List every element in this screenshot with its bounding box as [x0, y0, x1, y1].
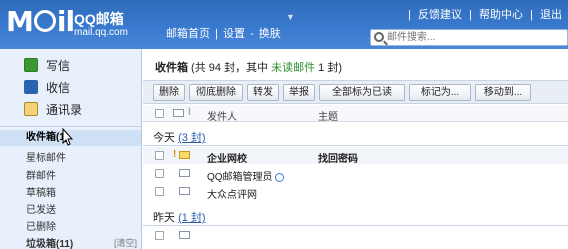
column-sender[interactable]: 发件人: [207, 108, 237, 123]
select-all-checkbox[interactable]: [155, 109, 164, 118]
dropdown-caret-icon[interactable]: ▼: [286, 12, 295, 22]
mark-as-dropdown[interactable]: 标记为...: [409, 84, 471, 101]
mail-list-panel: 收件箱 (共 94 封，其中 未读邮件 1 封) 删除 彻底删除 转发 举报 全…: [143, 49, 568, 249]
brand-domain: mail.qq.com: [74, 27, 128, 38]
logo-o-ring: [33, 10, 56, 32]
folder-deleted[interactable]: 已删除: [26, 218, 56, 233]
top-links: | 反馈建议 | 帮助中心 | 退出: [406, 6, 564, 22]
read-envelope-icon: [179, 169, 190, 177]
nav-home-link[interactable]: 邮箱首页: [166, 28, 210, 40]
write-icon: [24, 58, 38, 72]
verified-icon: [274, 172, 284, 182]
mark-all-read-button[interactable]: 全部标为已读: [319, 84, 405, 101]
folder-sent[interactable]: 已发送: [26, 201, 56, 216]
folder-groups[interactable]: 群邮件: [26, 167, 56, 182]
sidebar-item-write[interactable]: 写信: [24, 55, 70, 75]
read-envelope-icon: [179, 187, 190, 195]
folder-title: 收件箱 (共 94 封，其中 未读邮件 1 封): [155, 62, 343, 74]
row-sender: 大众点评网: [207, 190, 257, 201]
nav-skin-link[interactable]: 换肤: [259, 28, 281, 40]
row-checkbox[interactable]: [155, 231, 164, 240]
unread-envelope-icon: [179, 151, 190, 159]
row-checkbox[interactable]: [155, 169, 164, 178]
sidebar-item-label: 收信: [46, 80, 71, 95]
forward-button[interactable]: 转发: [247, 84, 279, 101]
read-status-icon: [173, 109, 184, 117]
inbox-icon: [24, 80, 38, 94]
contacts-icon: [24, 102, 38, 116]
search-input[interactable]: [387, 30, 567, 45]
clear-spam-link[interactable]: [清空]: [114, 236, 137, 249]
link-separator: |: [469, 9, 472, 21]
feedback-link[interactable]: 反馈建议: [418, 9, 462, 21]
logout-link[interactable]: 退出: [540, 9, 562, 21]
mouse-cursor-icon: [62, 128, 74, 146]
group-divider: [143, 145, 568, 146]
column-header: ⌇ 发件人 主题: [143, 105, 568, 123]
search-box[interactable]: [370, 29, 568, 46]
sidebar-item-receive[interactable]: 收信: [24, 77, 70, 97]
link-separator: |: [408, 9, 411, 21]
folder-spam[interactable]: 垃圾箱(11): [26, 235, 73, 249]
row-checkbox[interactable]: [155, 187, 164, 196]
row-subject: 找回密码: [318, 154, 358, 165]
group-count-link[interactable]: (1 封): [178, 212, 206, 224]
table-row[interactable]: QQ邮箱管理员: [143, 165, 568, 183]
table-row[interactable]: ! 企业网校 找回密码: [143, 147, 568, 165]
report-button[interactable]: 举报: [283, 84, 315, 101]
unread-link[interactable]: 未读邮件: [271, 62, 315, 74]
nav-separator: |: [215, 28, 218, 40]
link-separator: |: [530, 9, 533, 21]
move-to-dropdown[interactable]: 移动到...: [475, 84, 531, 101]
group-divider: [143, 225, 568, 226]
row-checkbox[interactable]: [155, 151, 164, 160]
group-today: 今天 (3 封): [153, 132, 206, 144]
qq-mail-logo[interactable]: Mil: [6, 5, 75, 39]
group-count-link[interactable]: (3 封): [178, 132, 206, 144]
attachment-icon: ⌇: [187, 107, 192, 118]
group-yesterday: 昨天 (1 封): [153, 212, 206, 224]
folder-starred[interactable]: 星标邮件: [26, 149, 66, 164]
sidebar: 写信 收信 通讯录 收件箱(1) 星标邮件 群邮件 草稿箱 已发送 已删除 垃圾…: [0, 49, 142, 249]
permanent-delete-button[interactable]: 彻底删除: [189, 84, 243, 101]
sidebar-item-contacts[interactable]: 通讯录: [24, 99, 82, 119]
nav-separator: -: [250, 28, 254, 40]
sidebar-item-label: 通讯录: [46, 102, 83, 117]
brand-name: QQ邮箱: [74, 11, 124, 27]
column-subject[interactable]: 主题: [318, 108, 338, 123]
table-row[interactable]: 大众点评网: [143, 183, 568, 201]
top-nav: 邮箱首页 | 设置 - 换肤: [166, 25, 283, 41]
app-header: Mil QQ邮箱 mail.qq.com 邮箱首页 | 设置 - 换肤 ▼ | …: [0, 0, 568, 49]
delete-button[interactable]: 删除: [153, 84, 185, 101]
table-row[interactable]: [143, 227, 568, 244]
important-icon: !: [173, 149, 177, 160]
mail-toolbar: 删除 彻底删除 转发 举报 全部标为已读 标记为... 移动到...: [143, 80, 568, 104]
help-link[interactable]: 帮助中心: [479, 9, 523, 21]
sidebar-divider: [0, 126, 142, 127]
read-envelope-icon: [179, 231, 190, 239]
folder-drafts[interactable]: 草稿箱: [26, 184, 56, 199]
sidebar-item-label: 写信: [46, 58, 71, 73]
search-icon[interactable]: [374, 32, 384, 42]
row-sender: QQ邮箱管理员: [207, 168, 284, 183]
nav-settings-link[interactable]: 设置: [223, 28, 245, 40]
row-sender: 企业网校: [207, 154, 247, 165]
